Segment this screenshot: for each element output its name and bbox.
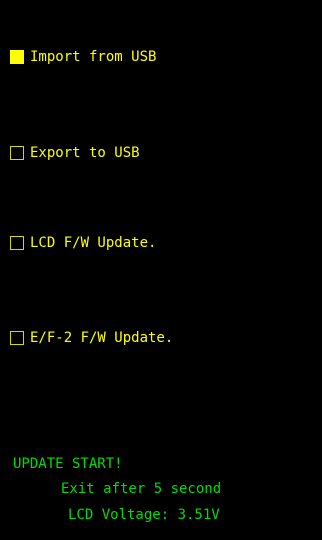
menu-label-lcd-fw-update: LCD F/W Update. bbox=[30, 235, 157, 251]
update-status-message: UPDATE START! bbox=[13, 456, 123, 472]
checkbox-ef2-fw-update[interactable] bbox=[10, 331, 24, 345]
menu-item-import-from-usb[interactable]: Import from USB bbox=[10, 47, 156, 67]
checkbox-lcd-fw-update[interactable] bbox=[10, 236, 24, 250]
lcd-voltage-readout: LCD Voltage: 3.51V bbox=[68, 507, 220, 523]
exit-countdown-text: Exit after 5 second bbox=[61, 481, 222, 497]
menu-item-ef2-fw-update[interactable]: E/F-2 F/W Update. bbox=[10, 328, 173, 348]
menu-label-import-from-usb: Import from USB bbox=[30, 49, 157, 65]
menu-label-ef2-fw-update: E/F-2 F/W Update. bbox=[30, 330, 174, 346]
menu-label-export-to-usb: Export to USB bbox=[30, 145, 140, 161]
checkbox-import-from-usb[interactable] bbox=[10, 50, 24, 64]
menu-item-lcd-fw-update[interactable]: LCD F/W Update. bbox=[10, 233, 156, 253]
checkbox-export-to-usb[interactable] bbox=[10, 146, 24, 160]
menu-item-export-to-usb[interactable]: Export to USB bbox=[10, 143, 140, 163]
